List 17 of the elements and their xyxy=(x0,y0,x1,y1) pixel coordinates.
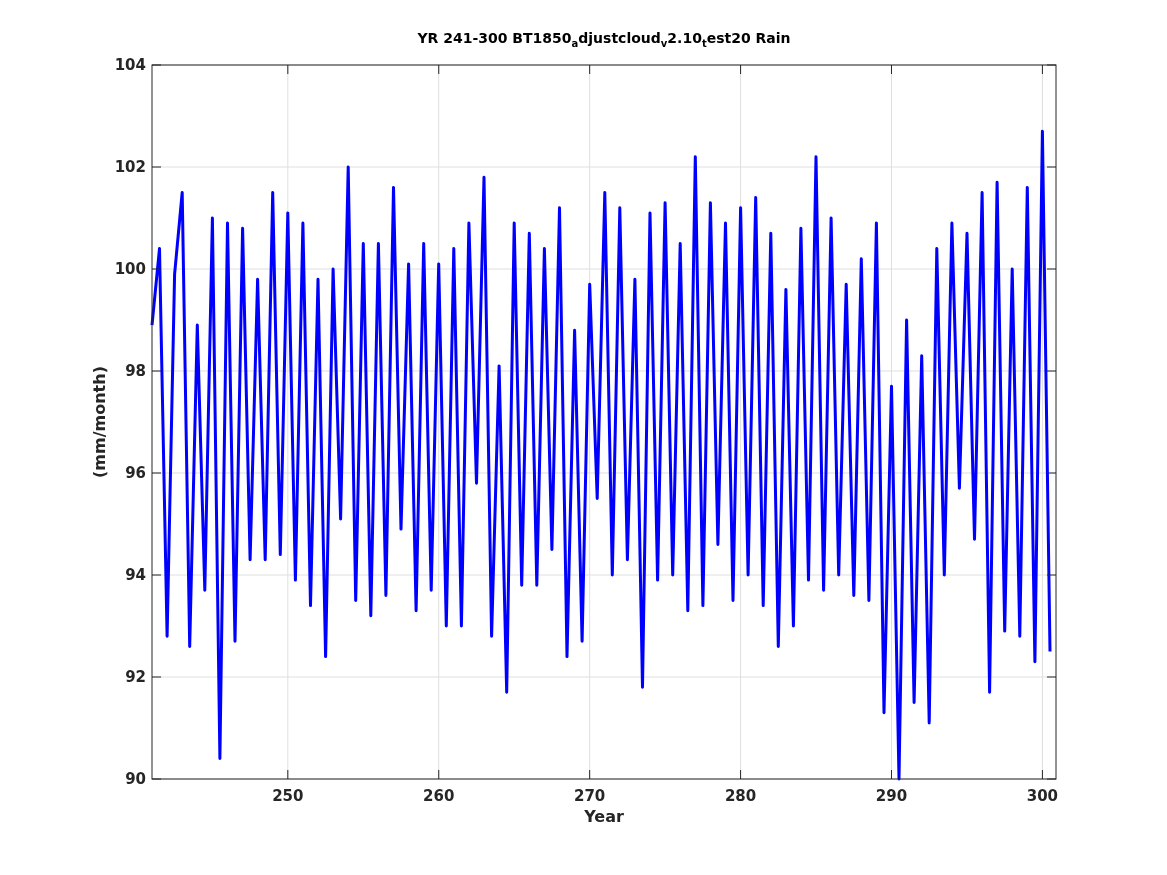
chart-title: YR 241-300 BT1850$_{a}$djustcloud$_{v}$2.10$_{t}$est20 Rain xyxy=(417,30,791,51)
tick-label: 92 xyxy=(125,668,146,686)
tick-label: 102 xyxy=(114,158,146,176)
y-axis-label: (mm/month) xyxy=(90,366,109,478)
tick-label: 94 xyxy=(125,566,146,584)
tick-label: 98 xyxy=(125,362,146,380)
tick-label: 96 xyxy=(125,464,146,482)
tick-label: 290 xyxy=(875,787,908,805)
x-axis-label: Year xyxy=(584,807,624,826)
tick-label: 260 xyxy=(423,787,455,805)
tick-label: 100 xyxy=(114,260,146,278)
tick-label: 250 xyxy=(272,787,304,805)
tick-label: 90 xyxy=(125,770,146,788)
tick-label: 300 xyxy=(1026,787,1059,805)
tick-label: 104 xyxy=(114,56,146,74)
tick-label: 270 xyxy=(574,787,606,805)
tick-label: 280 xyxy=(724,787,757,805)
